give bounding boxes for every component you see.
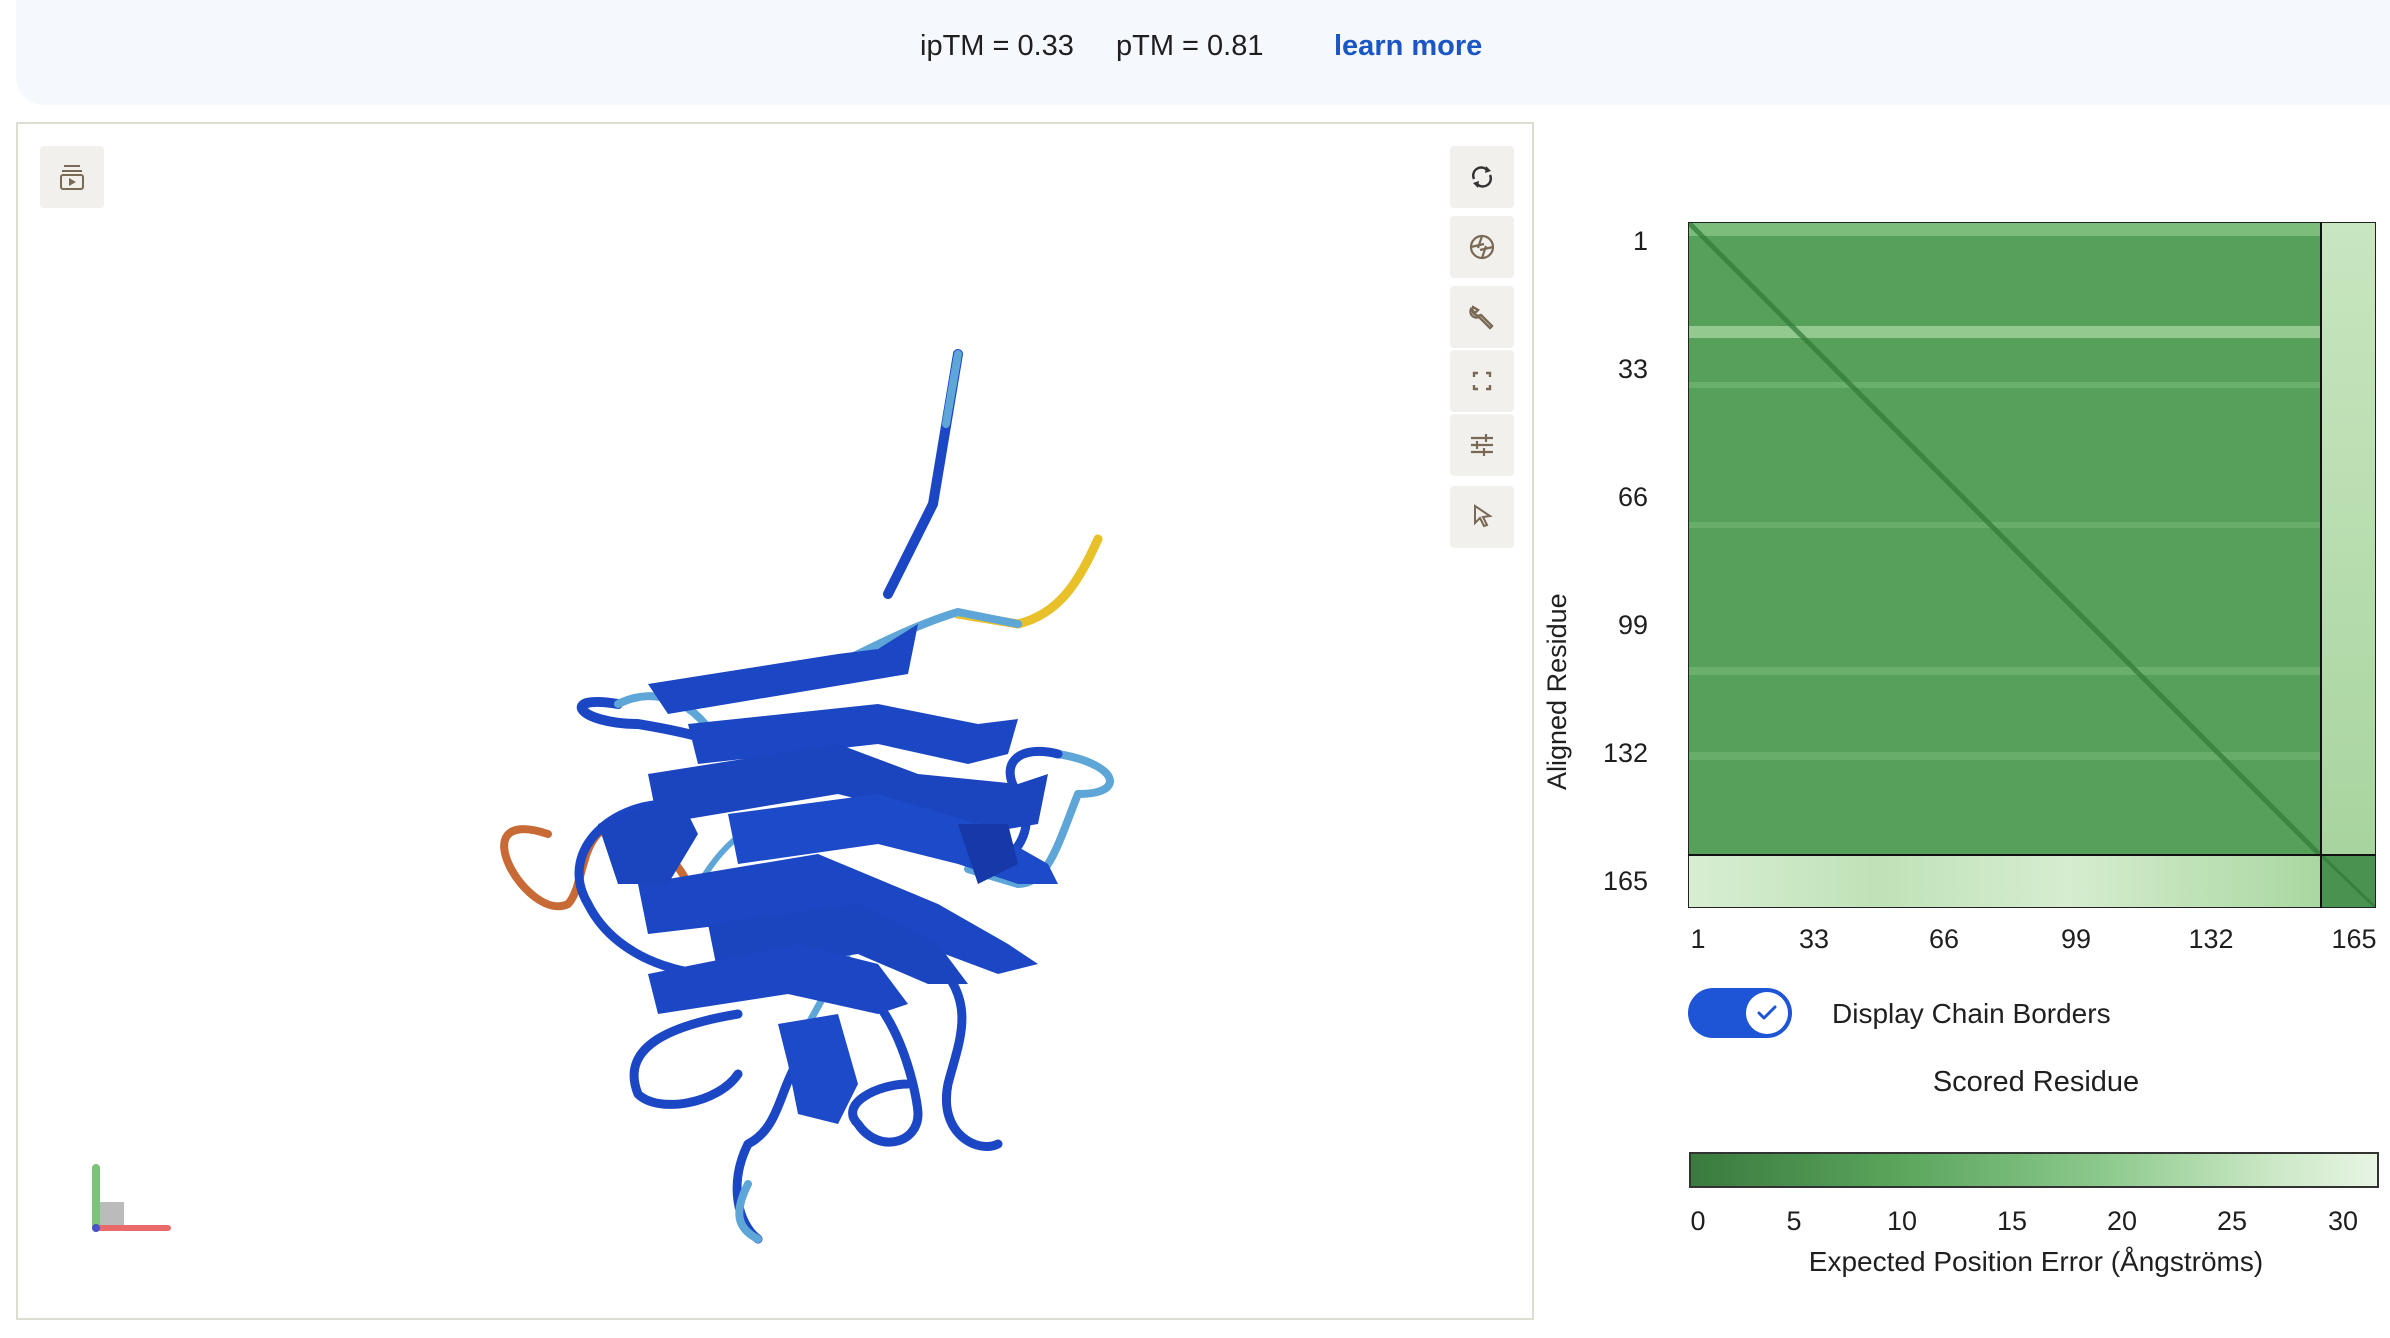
cbar-tick-0: 0 [1690, 1206, 1706, 1236]
y-tick-132: 132 [1602, 738, 1648, 768]
x-tick-99: 99 [2060, 924, 2092, 954]
pointer-icon [1474, 504, 1493, 528]
protein-structure [500, 349, 1114, 1244]
rotate-icon [1472, 166, 1492, 188]
chain-borders-label: Display Chain Borders [1832, 998, 2111, 1029]
camera-button[interactable] [1450, 216, 1514, 278]
chain-borders-toggle[interactable] [1688, 988, 1792, 1038]
structure-viewer[interactable] [16, 122, 1534, 1320]
camera-icon [1469, 234, 1495, 260]
y-tick-33: 33 [1617, 354, 1648, 384]
learn-more-link[interactable]: learn more [1334, 30, 1482, 63]
cbar-tick-25: 25 [2216, 1206, 2248, 1236]
cbar-tick-5: 5 [1786, 1206, 1802, 1236]
y-tick-99: 99 [1617, 610, 1648, 640]
pae-heatmap[interactable] [1688, 222, 2376, 908]
x-tick-132: 132 [2188, 924, 2234, 954]
rotate-button[interactable] [1450, 146, 1514, 208]
cbar-tick-15: 15 [1996, 1206, 2028, 1236]
fullscreen-button[interactable] [1450, 350, 1514, 412]
playback-button[interactable] [40, 146, 104, 208]
x-tick-165: 165 [2331, 924, 2377, 954]
toggle-knob [1746, 992, 1788, 1034]
check-icon [1757, 1005, 1777, 1020]
fullscreen-icon [1472, 371, 1492, 391]
playback-icon [60, 165, 84, 190]
wrench-icon [1469, 305, 1494, 330]
settings-sliders-button[interactable] [1450, 414, 1514, 476]
y-tick-66: 66 [1617, 482, 1648, 512]
cbar-tick-10: 10 [1886, 1206, 1918, 1236]
x-tick-1: 1 [1690, 924, 1706, 954]
cbar-tick-20: 20 [2106, 1206, 2138, 1236]
y-tick-165: 165 [1602, 866, 1648, 896]
iptm-value: ipTM = 0.33 [920, 30, 1074, 62]
y-axis-title: Aligned Residue [1542, 593, 1572, 790]
color-scale-bar [1689, 1152, 2379, 1188]
colorbar-title: Expected Position Error (Ångströms) [1808, 1246, 2264, 1277]
x-axis-title: Scored Residue [1932, 1066, 2140, 1098]
ptm-value: pTM = 0.81 [1116, 30, 1264, 62]
pae-plot-panel: Aligned Residue 1 33 66 99 132 165 1 33 … [1536, 122, 2390, 1322]
y-tick-1: 1 [1632, 226, 1648, 256]
x-tick-33: 33 [1798, 924, 1830, 954]
wrench-button[interactable] [1450, 286, 1514, 348]
axes-gizmo [92, 1164, 171, 1232]
select-pointer-button[interactable] [1450, 486, 1514, 548]
cbar-tick-30: 30 [2327, 1206, 2359, 1236]
sliders-icon [1471, 434, 1493, 456]
x-tick-66: 66 [1928, 924, 1960, 954]
metrics-header: ipTM = 0.33 pTM = 0.81 learn more [16, 0, 2390, 105]
